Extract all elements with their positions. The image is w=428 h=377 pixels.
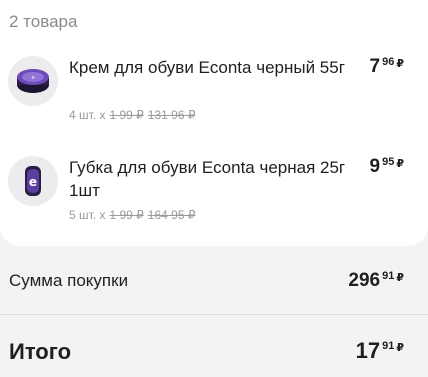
product-quantity: 5 шт. x — [69, 208, 106, 222]
price-integer: 9 — [369, 156, 381, 177]
price-integer: 7 — [369, 56, 381, 77]
price-integer: 17 — [355, 338, 381, 363]
currency-symbol: ₽ — [396, 342, 404, 354]
svg-text:e: e — [29, 175, 37, 189]
purchase-sum-label: Сумма покупки — [9, 271, 129, 290]
total-price-old: 131 96 ₽ — [147, 108, 196, 122]
total-price-old: 164 95 ₽ — [147, 208, 196, 222]
price-fraction: 96 — [382, 56, 395, 68]
shoe-sponge-icon: e — [25, 166, 41, 196]
currency-symbol: ₽ — [396, 158, 404, 170]
product-thumbnail[interactable]: e — [8, 156, 58, 206]
product-quantity: 4 шт. x — [69, 108, 106, 122]
unit-price-old: 1 99 ₽ — [109, 108, 144, 122]
product-name[interactable]: Крем для обуви Econta черный 55г — [69, 56, 354, 79]
purchase-sum-price: 296 91 ₽ — [348, 270, 404, 292]
items-count: 2 товара — [9, 12, 78, 31]
product-meta: 4 шт. x1 99 ₽131 96 ₽ — [69, 108, 195, 122]
total-label: Итого — [9, 339, 72, 364]
price-integer: 296 — [348, 270, 381, 291]
svg-text:e: e — [31, 75, 34, 81]
unit-price-old: 1 99 ₽ — [109, 208, 144, 222]
shoe-cream-tin-icon: e — [17, 69, 49, 93]
summary-divider — [0, 314, 428, 315]
product-name[interactable]: Губка для обуви Econta черная 25г 1шт — [69, 156, 354, 202]
item-price: 9 95 ₽ — [370, 156, 404, 178]
item-price: 7 96 ₽ — [370, 56, 404, 78]
cart-items-card: 2 товара e Крем для обуви Econta черный … — [0, 0, 428, 246]
currency-symbol: ₽ — [396, 272, 404, 284]
price-fraction: 95 — [382, 156, 395, 168]
total-price: 17 91 ₽ — [356, 338, 404, 364]
product-meta: 5 шт. x1 99 ₽164 95 ₽ — [69, 208, 195, 222]
price-fraction: 91 — [382, 270, 395, 282]
product-thumbnail[interactable]: e — [8, 56, 58, 106]
currency-symbol: ₽ — [396, 58, 404, 70]
price-fraction: 91 — [382, 340, 395, 352]
